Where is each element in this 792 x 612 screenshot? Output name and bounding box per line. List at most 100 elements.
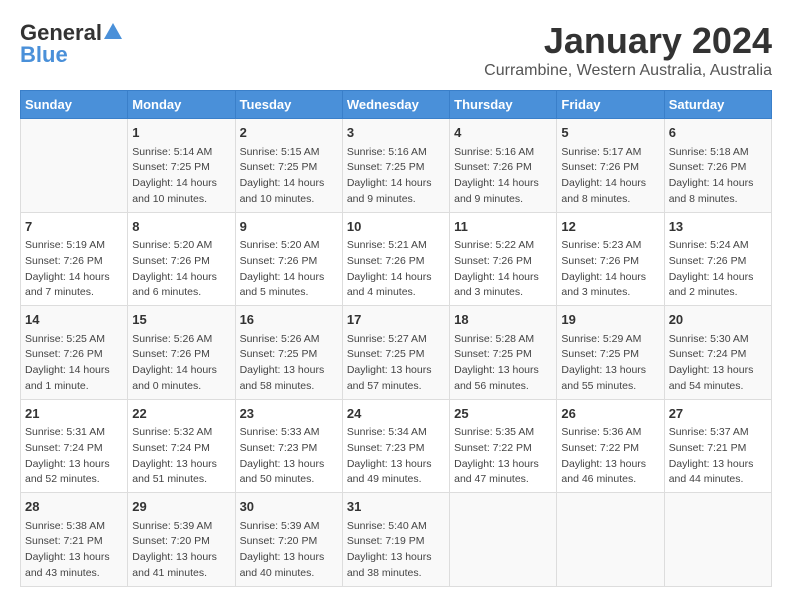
day-number: 30: [240, 497, 338, 517]
calendar-cell: 19Sunrise: 5:29 AM Sunset: 7:25 PM Dayli…: [557, 306, 664, 400]
calendar-cell: 11Sunrise: 5:22 AM Sunset: 7:26 PM Dayli…: [450, 212, 557, 306]
cell-content: Sunrise: 5:21 AM Sunset: 7:26 PM Dayligh…: [347, 238, 445, 301]
day-number: 8: [132, 217, 230, 237]
cell-content: Sunrise: 5:35 AM Sunset: 7:22 PM Dayligh…: [454, 425, 552, 488]
calendar-cell: 30Sunrise: 5:39 AM Sunset: 7:20 PM Dayli…: [235, 493, 342, 587]
cell-content: Sunrise: 5:37 AM Sunset: 7:21 PM Dayligh…: [669, 425, 767, 488]
day-number: 27: [669, 404, 767, 424]
day-number: 11: [454, 217, 552, 237]
day-header-wednesday: Wednesday: [342, 91, 449, 119]
cell-content: Sunrise: 5:25 AM Sunset: 7:26 PM Dayligh…: [25, 332, 123, 395]
cell-content: Sunrise: 5:20 AM Sunset: 7:26 PM Dayligh…: [132, 238, 230, 301]
week-row-1: 1Sunrise: 5:14 AM Sunset: 7:25 PM Daylig…: [21, 119, 772, 213]
cell-content: Sunrise: 5:34 AM Sunset: 7:23 PM Dayligh…: [347, 425, 445, 488]
calendar-cell: [557, 493, 664, 587]
week-row-3: 14Sunrise: 5:25 AM Sunset: 7:26 PM Dayli…: [21, 306, 772, 400]
calendar-cell: 13Sunrise: 5:24 AM Sunset: 7:26 PM Dayli…: [664, 212, 771, 306]
day-number: 28: [25, 497, 123, 517]
cell-content: Sunrise: 5:18 AM Sunset: 7:26 PM Dayligh…: [669, 145, 767, 208]
cell-content: Sunrise: 5:38 AM Sunset: 7:21 PM Dayligh…: [25, 519, 123, 582]
calendar-cell: 8Sunrise: 5:20 AM Sunset: 7:26 PM Daylig…: [128, 212, 235, 306]
day-number: 12: [561, 217, 659, 237]
calendar-cell: 15Sunrise: 5:26 AM Sunset: 7:26 PM Dayli…: [128, 306, 235, 400]
calendar-cell: 21Sunrise: 5:31 AM Sunset: 7:24 PM Dayli…: [21, 399, 128, 493]
page-header: General Blue January 2024 Currambine, We…: [20, 20, 772, 80]
day-number: 19: [561, 310, 659, 330]
cell-content: Sunrise: 5:20 AM Sunset: 7:26 PM Dayligh…: [240, 238, 338, 301]
day-number: 20: [669, 310, 767, 330]
cell-content: Sunrise: 5:30 AM Sunset: 7:24 PM Dayligh…: [669, 332, 767, 395]
day-number: 1: [132, 123, 230, 143]
location: Currambine, Western Australia, Australia: [484, 62, 772, 80]
day-number: 21: [25, 404, 123, 424]
calendar-cell: 25Sunrise: 5:35 AM Sunset: 7:22 PM Dayli…: [450, 399, 557, 493]
cell-content: Sunrise: 5:26 AM Sunset: 7:26 PM Dayligh…: [132, 332, 230, 395]
cell-content: Sunrise: 5:33 AM Sunset: 7:23 PM Dayligh…: [240, 425, 338, 488]
cell-content: Sunrise: 5:16 AM Sunset: 7:25 PM Dayligh…: [347, 145, 445, 208]
day-number: 9: [240, 217, 338, 237]
cell-content: Sunrise: 5:16 AM Sunset: 7:26 PM Dayligh…: [454, 145, 552, 208]
day-number: 25: [454, 404, 552, 424]
calendar-cell: 26Sunrise: 5:36 AM Sunset: 7:22 PM Dayli…: [557, 399, 664, 493]
logo-triangle: [104, 23, 122, 44]
day-number: 17: [347, 310, 445, 330]
month-title: January 2024: [484, 20, 772, 62]
day-number: 6: [669, 123, 767, 143]
day-header-thursday: Thursday: [450, 91, 557, 119]
cell-content: Sunrise: 5:24 AM Sunset: 7:26 PM Dayligh…: [669, 238, 767, 301]
calendar-cell: 18Sunrise: 5:28 AM Sunset: 7:25 PM Dayli…: [450, 306, 557, 400]
day-number: 3: [347, 123, 445, 143]
calendar-cell: 31Sunrise: 5:40 AM Sunset: 7:19 PM Dayli…: [342, 493, 449, 587]
calendar-cell: 23Sunrise: 5:33 AM Sunset: 7:23 PM Dayli…: [235, 399, 342, 493]
calendar-cell: 24Sunrise: 5:34 AM Sunset: 7:23 PM Dayli…: [342, 399, 449, 493]
cell-content: Sunrise: 5:15 AM Sunset: 7:25 PM Dayligh…: [240, 145, 338, 208]
calendar-cell: 28Sunrise: 5:38 AM Sunset: 7:21 PM Dayli…: [21, 493, 128, 587]
cell-content: Sunrise: 5:39 AM Sunset: 7:20 PM Dayligh…: [240, 519, 338, 582]
calendar-cell: 14Sunrise: 5:25 AM Sunset: 7:26 PM Dayli…: [21, 306, 128, 400]
cell-content: Sunrise: 5:36 AM Sunset: 7:22 PM Dayligh…: [561, 425, 659, 488]
day-number: 26: [561, 404, 659, 424]
week-row-4: 21Sunrise: 5:31 AM Sunset: 7:24 PM Dayli…: [21, 399, 772, 493]
calendar-cell: [450, 493, 557, 587]
cell-content: Sunrise: 5:17 AM Sunset: 7:26 PM Dayligh…: [561, 145, 659, 208]
calendar-cell: 16Sunrise: 5:26 AM Sunset: 7:25 PM Dayli…: [235, 306, 342, 400]
logo: General Blue: [20, 20, 122, 68]
day-number: 29: [132, 497, 230, 517]
calendar-cell: 6Sunrise: 5:18 AM Sunset: 7:26 PM Daylig…: [664, 119, 771, 213]
calendar-cell: 22Sunrise: 5:32 AM Sunset: 7:24 PM Dayli…: [128, 399, 235, 493]
day-number: 13: [669, 217, 767, 237]
calendar-cell: 10Sunrise: 5:21 AM Sunset: 7:26 PM Dayli…: [342, 212, 449, 306]
cell-content: Sunrise: 5:22 AM Sunset: 7:26 PM Dayligh…: [454, 238, 552, 301]
cell-content: Sunrise: 5:27 AM Sunset: 7:25 PM Dayligh…: [347, 332, 445, 395]
calendar-cell: 12Sunrise: 5:23 AM Sunset: 7:26 PM Dayli…: [557, 212, 664, 306]
week-row-2: 7Sunrise: 5:19 AM Sunset: 7:26 PM Daylig…: [21, 212, 772, 306]
cell-content: Sunrise: 5:23 AM Sunset: 7:26 PM Dayligh…: [561, 238, 659, 301]
cell-content: Sunrise: 5:26 AM Sunset: 7:25 PM Dayligh…: [240, 332, 338, 395]
week-row-5: 28Sunrise: 5:38 AM Sunset: 7:21 PM Dayli…: [21, 493, 772, 587]
day-header-monday: Monday: [128, 91, 235, 119]
cell-content: Sunrise: 5:40 AM Sunset: 7:19 PM Dayligh…: [347, 519, 445, 582]
calendar-cell: 1Sunrise: 5:14 AM Sunset: 7:25 PM Daylig…: [128, 119, 235, 213]
day-number: 18: [454, 310, 552, 330]
cell-content: Sunrise: 5:29 AM Sunset: 7:25 PM Dayligh…: [561, 332, 659, 395]
day-number: 23: [240, 404, 338, 424]
day-header-sunday: Sunday: [21, 91, 128, 119]
day-number: 5: [561, 123, 659, 143]
day-number: 7: [25, 217, 123, 237]
day-number: 16: [240, 310, 338, 330]
day-number: 24: [347, 404, 445, 424]
calendar-cell: 5Sunrise: 5:17 AM Sunset: 7:26 PM Daylig…: [557, 119, 664, 213]
cell-content: Sunrise: 5:14 AM Sunset: 7:25 PM Dayligh…: [132, 145, 230, 208]
day-header-tuesday: Tuesday: [235, 91, 342, 119]
day-number: 15: [132, 310, 230, 330]
days-header-row: SundayMondayTuesdayWednesdayThursdayFrid…: [21, 91, 772, 119]
cell-content: Sunrise: 5:32 AM Sunset: 7:24 PM Dayligh…: [132, 425, 230, 488]
day-number: 31: [347, 497, 445, 517]
calendar-cell: [664, 493, 771, 587]
calendar-cell: 27Sunrise: 5:37 AM Sunset: 7:21 PM Dayli…: [664, 399, 771, 493]
day-number: 14: [25, 310, 123, 330]
day-number: 10: [347, 217, 445, 237]
title-block: January 2024 Currambine, Western Austral…: [484, 20, 772, 80]
cell-content: Sunrise: 5:19 AM Sunset: 7:26 PM Dayligh…: [25, 238, 123, 301]
day-number: 4: [454, 123, 552, 143]
